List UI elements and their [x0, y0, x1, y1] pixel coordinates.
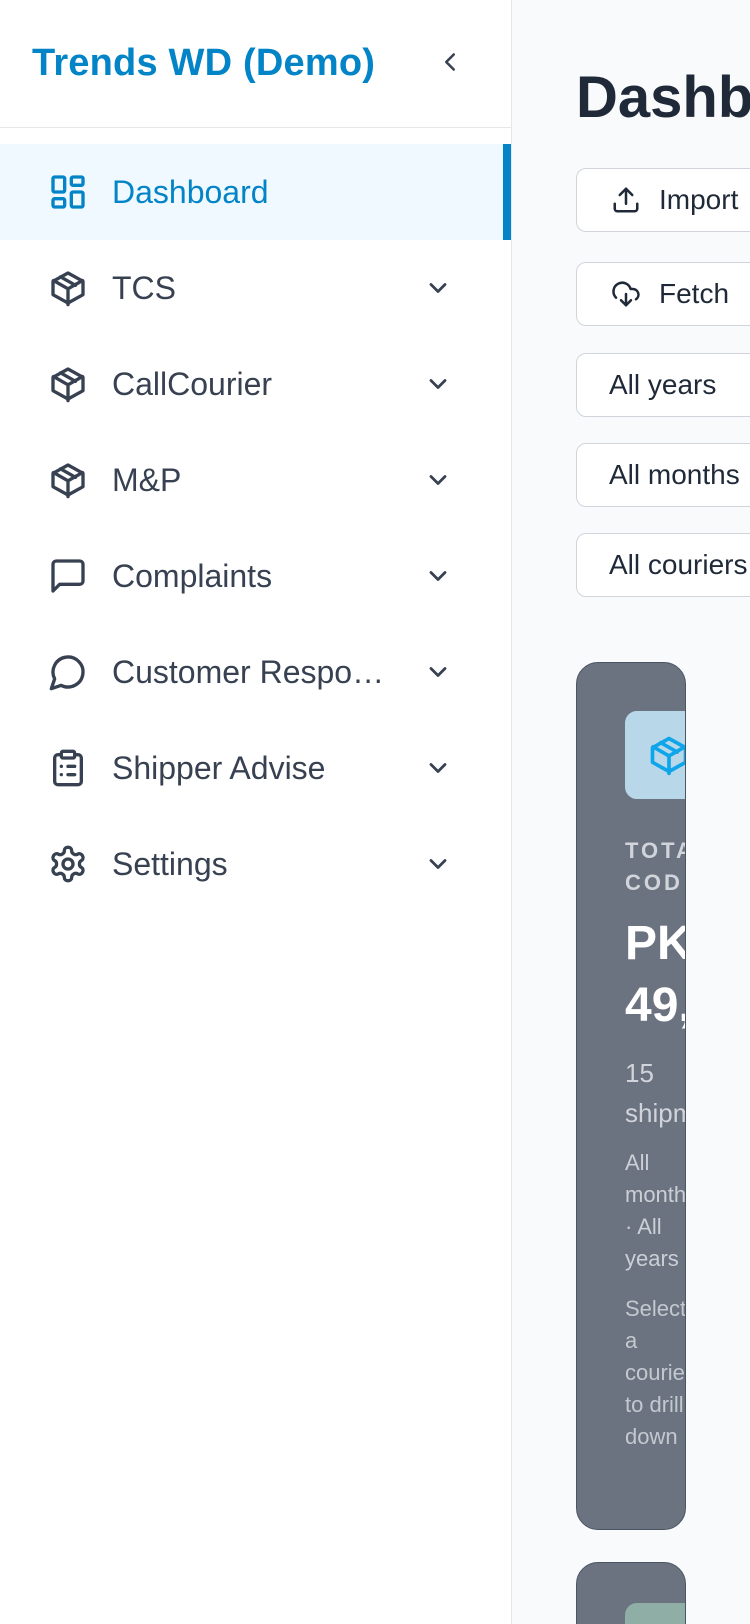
sidebar: Trends WD (Demo) Dashboard TCS CallCouri… — [0, 0, 512, 1624]
sidebar-header: Trends WD (Demo) — [0, 0, 511, 128]
secondary-card[interactable] — [576, 1562, 686, 1624]
total-cod-card[interactable]: TOTAL COD PKR 49,30 15 shipments All mon… — [576, 662, 686, 1530]
message-square-icon — [51, 559, 85, 593]
chevron-down-icon — [429, 475, 447, 485]
chevron-left-icon — [445, 53, 455, 71]
collapse-sidebar-button[interactable] — [432, 44, 468, 80]
card-period: All months · All years — [625, 1150, 686, 1271]
import-button[interactable]: Import — [576, 168, 750, 232]
sidebar-nav: Dashboard TCS CallCourier M&P Complaints… — [0, 128, 511, 912]
year-select[interactable]: All years — [576, 353, 750, 417]
card-icon-box — [625, 711, 685, 799]
page-title: Dashboard — [576, 65, 750, 130]
sidebar-item-complaints[interactable]: Complaints — [0, 528, 511, 624]
fetch-button[interactable]: Fetch — [576, 262, 750, 326]
upload-icon — [613, 187, 639, 213]
courier-select-value: All couriers — [609, 549, 748, 580]
sidebar-item-label: TCS — [112, 269, 176, 306]
card-hint: Select a courier to drill down — [625, 1296, 686, 1449]
message-circle-icon — [49, 655, 85, 691]
sidebar-item-settings[interactable]: Settings — [0, 816, 511, 912]
year-select-value: All years — [609, 369, 717, 400]
card-label: TOTAL COD — [625, 838, 685, 895]
sidebar-item-tcs[interactable]: TCS — [0, 240, 511, 336]
sidebar-item-label: Complaints — [112, 557, 273, 594]
card-shipments: 15 shipments — [625, 1058, 685, 1128]
box-icon — [51, 367, 85, 403]
dashboard-grid-icon — [51, 175, 85, 209]
chevron-down-icon — [429, 283, 447, 293]
sidebar-item-label: Dashboard — [112, 173, 269, 210]
sidebar-item-label: M&P — [112, 461, 182, 498]
clipboard-list-icon — [53, 749, 84, 787]
main-content: Dashboard Import Fetch All years All mon… — [512, 0, 750, 1624]
chevron-down-icon — [429, 859, 447, 869]
import-label: Import — [659, 184, 739, 215]
sidebar-item-shipper-advise[interactable]: Shipper Advise — [0, 720, 511, 816]
sidebar-item-label: Customer Responses — [112, 653, 394, 690]
chevron-down-icon — [429, 379, 447, 389]
chevron-down-icon — [429, 571, 447, 581]
sidebar-item-mp[interactable]: M&P — [0, 432, 511, 528]
card-value: PKR 49,30 — [625, 917, 685, 1032]
courier-select[interactable]: All couriers — [576, 533, 750, 597]
cloud-download-icon — [612, 281, 640, 307]
sidebar-item-label: CallCourier — [112, 365, 273, 402]
month-select[interactable]: All months — [576, 443, 750, 507]
box-icon — [51, 271, 85, 307]
chevron-down-icon — [429, 667, 447, 677]
box-icon — [650, 736, 685, 776]
card-content: TOTAL COD PKR 49,30 15 shipments All mon… — [625, 711, 686, 1453]
card-icon-box — [625, 1603, 685, 1624]
sidebar-item-label: Shipper Advise — [112, 749, 326, 786]
box-icon — [51, 463, 85, 499]
sidebar-item-customer-responses[interactable]: Customer Responses — [0, 624, 511, 720]
sidebar-item-callcourier[interactable]: CallCourier — [0, 336, 511, 432]
fetch-label: Fetch — [659, 278, 730, 309]
sidebar-item-label: Settings — [112, 845, 228, 882]
sidebar-item-dashboard[interactable]: Dashboard — [0, 144, 511, 240]
gear-icon — [51, 845, 85, 883]
chevron-down-icon — [429, 763, 447, 773]
app-title: Trends WD (Demo) — [32, 42, 376, 84]
month-select-value: All months — [609, 459, 740, 490]
